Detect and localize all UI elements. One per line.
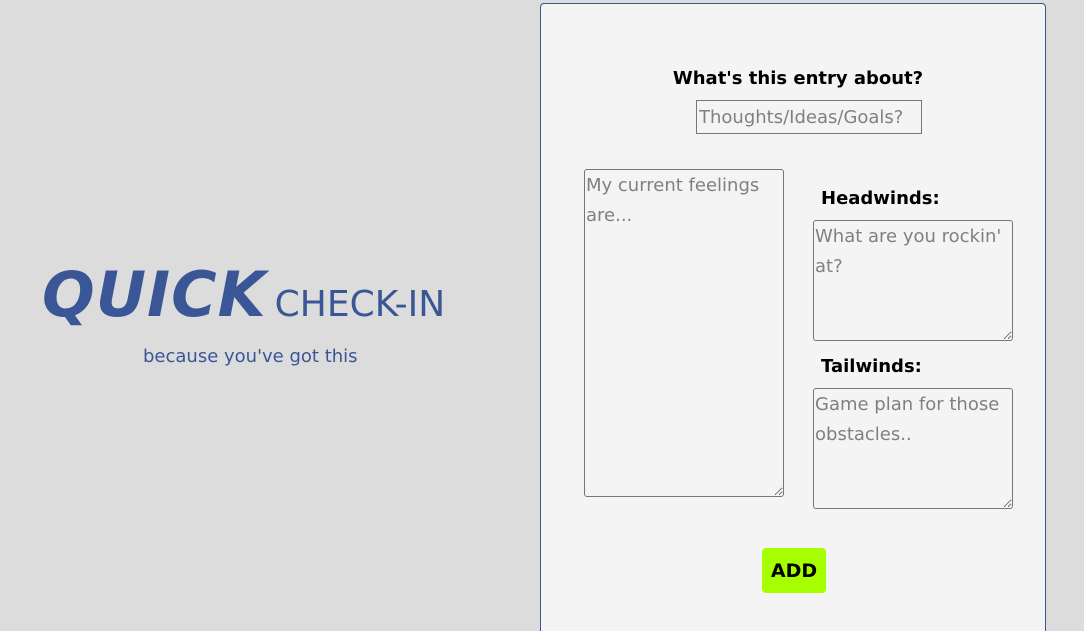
app-title-primary: QUICK [42, 258, 267, 331]
tailwinds-textarea[interactable] [813, 388, 1013, 509]
app-title: QUICK CHECK-IN [42, 258, 445, 331]
topic-label: What's this entry about? [672, 68, 924, 89]
app-title-secondary: CHECK-IN [274, 284, 446, 325]
page: QUICK CHECK-IN because you've got this Wh… [0, 0, 1084, 631]
add-button[interactable]: ADD [762, 548, 826, 593]
headwinds-label: Headwinds: [821, 188, 940, 209]
entry-form-card: What's this entry about? Headwinds: Tail… [540, 3, 1046, 631]
app-tagline: because you've got this [143, 346, 358, 367]
hero-section: QUICK CHECK-IN because you've got this [0, 0, 540, 631]
topic-input[interactable] [696, 100, 922, 134]
tailwinds-label: Tailwinds: [821, 356, 922, 377]
headwinds-textarea[interactable] [813, 220, 1013, 341]
feelings-textarea[interactable] [584, 169, 784, 497]
